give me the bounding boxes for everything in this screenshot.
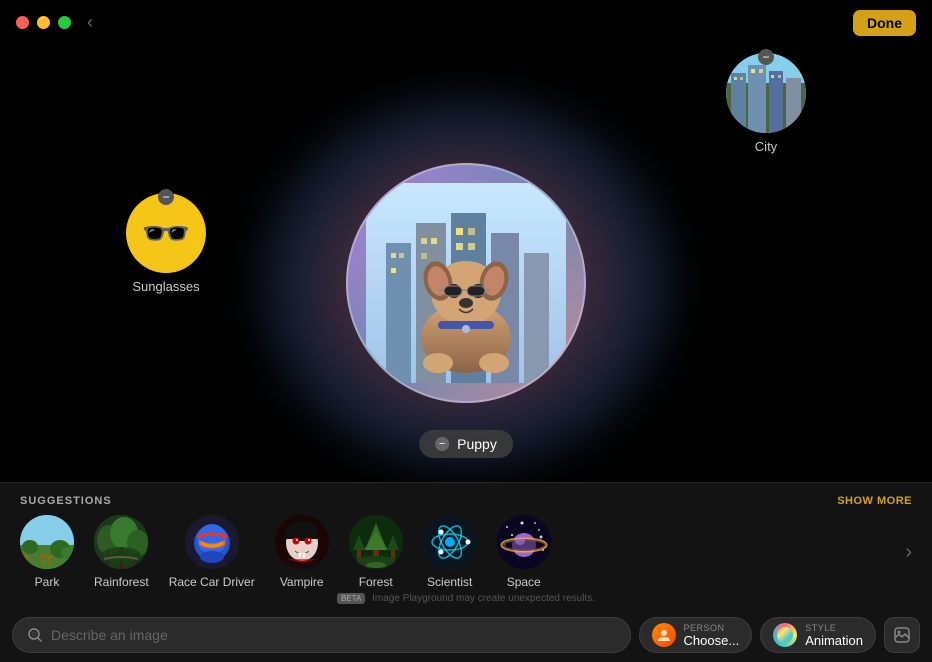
maximize-button[interactable] xyxy=(58,16,71,29)
puppy-label: Puppy xyxy=(457,436,497,452)
person-button[interactable]: PERSON Choose... xyxy=(639,617,753,653)
beta-disclaimer: BETA Image Playground may create unexpec… xyxy=(0,593,932,604)
canvas-area: − 🕶️ Sunglasses − xyxy=(0,44,932,522)
suggestion-space[interactable]: Space xyxy=(497,515,551,589)
image-library-button[interactable] xyxy=(884,617,920,653)
sunglasses-element[interactable]: − 🕶️ Sunglasses xyxy=(126,193,206,294)
sunglasses-label: Sunglasses xyxy=(132,279,199,294)
space-label: Space xyxy=(507,575,541,589)
close-button[interactable] xyxy=(16,16,29,29)
remove-puppy-button[interactable]: − xyxy=(435,437,449,451)
main-image-container[interactable] xyxy=(346,163,586,403)
suggestions-header: SUGGESTIONS SHOW MORE xyxy=(0,483,932,515)
puppy-label-pill[interactable]: − Puppy xyxy=(419,430,513,458)
search-field[interactable]: Describe an image xyxy=(12,617,631,653)
minimize-button[interactable] xyxy=(37,16,50,29)
suggestions-list: Park Rainforest xyxy=(0,515,932,589)
traffic-lights xyxy=(16,16,71,29)
bottom-section: SUGGESTIONS SHOW MORE Park xyxy=(0,482,932,662)
park-circle xyxy=(20,515,74,569)
suggestion-race-car-driver[interactable]: Race Car Driver xyxy=(169,515,255,589)
show-more-button[interactable]: SHOW MORE xyxy=(837,495,912,507)
style-icon xyxy=(773,623,797,647)
bottom-toolbar: Describe an image PERSON Choose... xyxy=(0,608,932,662)
race-car-driver-circle xyxy=(185,515,239,569)
title-bar: ‹ Done xyxy=(0,0,932,44)
person-type: PERSON xyxy=(684,623,740,633)
done-button[interactable]: Done xyxy=(853,10,916,36)
space-circle xyxy=(497,515,551,569)
person-label: PERSON Choose... xyxy=(684,623,740,648)
park-label: Park xyxy=(35,575,60,589)
suggestion-vampire[interactable]: Vampire xyxy=(275,515,329,589)
forest-circle xyxy=(349,515,403,569)
person-avatar xyxy=(652,623,676,647)
beta-badge: BETA xyxy=(337,593,365,604)
forest-label: Forest xyxy=(359,575,393,589)
style-type: STYLE xyxy=(805,623,863,633)
image-icon xyxy=(893,626,911,644)
beta-text: Image Playground may create unexpected r… xyxy=(372,593,595,604)
vampire-circle xyxy=(275,515,329,569)
suggestions-title: SUGGESTIONS xyxy=(20,495,112,507)
puppy-label-container: − Puppy xyxy=(419,430,513,458)
next-suggestions-button[interactable]: › xyxy=(905,541,912,564)
search-icon xyxy=(27,627,43,643)
style-value: Animation xyxy=(805,633,863,648)
race-car-driver-label: Race Car Driver xyxy=(169,575,255,589)
rainforest-label: Rainforest xyxy=(94,575,149,589)
remove-city-button[interactable]: − xyxy=(758,49,774,65)
vampire-label: Vampire xyxy=(280,575,324,589)
suggestion-forest[interactable]: Forest xyxy=(349,515,403,589)
suggestion-rainforest[interactable]: Rainforest xyxy=(94,515,149,589)
remove-sunglasses-button[interactable]: − xyxy=(158,189,174,205)
city-circle xyxy=(726,53,806,133)
city-element[interactable]: − xyxy=(726,53,806,154)
search-placeholder: Describe an image xyxy=(51,627,168,643)
city-label: City xyxy=(755,139,777,154)
rainforest-circle xyxy=(94,515,148,569)
style-button[interactable]: STYLE Animation xyxy=(760,617,876,653)
scientist-label: Scientist xyxy=(427,575,472,589)
sunglasses-circle: 🕶️ xyxy=(126,193,206,273)
suggestion-scientist[interactable]: Scientist xyxy=(423,515,477,589)
scientist-circle xyxy=(423,515,477,569)
back-button[interactable]: ‹ xyxy=(87,12,93,33)
main-circle xyxy=(346,163,586,403)
suggestion-park[interactable]: Park xyxy=(20,515,74,589)
style-label: STYLE Animation xyxy=(805,623,863,648)
canvas-wrapper: − 🕶️ Sunglasses − xyxy=(346,163,586,403)
puppy-image xyxy=(366,183,566,383)
person-value: Choose... xyxy=(684,633,740,648)
